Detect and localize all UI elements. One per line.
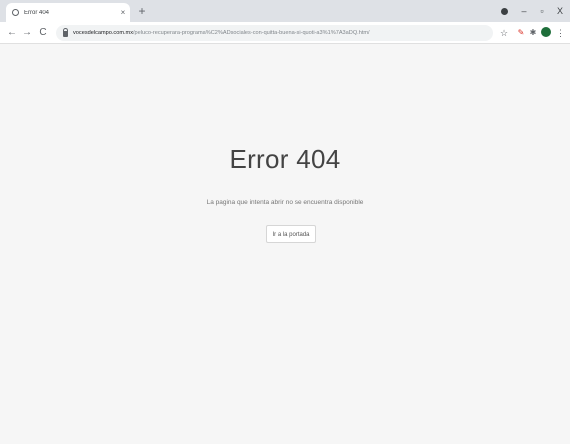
page-content: Error 404 La pagina que intenta abrir no… [0,44,570,444]
extensions-puzzle-icon[interactable]: ✱ [529,28,537,37]
error-message: La pagina que intenta abrir no se encuen… [206,199,364,206]
profile-indicator-icon[interactable] [501,8,508,15]
back-button[interactable]: ← [5,25,19,41]
home-button[interactable]: Ir a la portada [266,225,316,243]
globe-favicon-icon [12,9,19,16]
address-bar[interactable]: vocesdelcampo.com.mx/peluco-recuperara-p… [56,25,493,41]
tab-strip: Error 404 × + – ▫ X [0,0,570,22]
url-text: vocesdelcampo.com.mx/peluco-recuperara-p… [73,30,370,36]
avatar[interactable] [541,27,551,37]
url-path: /peluco-recuperara-programa%C2%ADsociale… [133,30,370,36]
maximize-button[interactable]: ▫ [532,3,552,19]
extension-red-icon[interactable]: ✎ [517,28,525,37]
forward-button[interactable]: → [20,25,34,41]
menu-icon[interactable]: ⋮ [556,27,565,39]
tab-title: Error 404 [24,9,50,16]
reload-button[interactable]: C [36,25,50,41]
lock-icon [63,28,68,37]
minimize-button[interactable]: – [514,3,534,19]
browser-tab[interactable]: Error 404 × [6,3,130,22]
url-host: vocesdelcampo.com.mx [73,30,133,36]
error-title: Error 404 [229,144,341,174]
browser-toolbar: ← → C vocesdelcampo.com.mx/peluco-recupe… [0,22,570,44]
close-window-button[interactable]: X [550,3,570,19]
new-tab-button[interactable]: + [135,4,149,18]
tab-close-icon[interactable]: × [116,8,130,17]
bookmark-star-icon[interactable]: ☆ [500,27,508,39]
